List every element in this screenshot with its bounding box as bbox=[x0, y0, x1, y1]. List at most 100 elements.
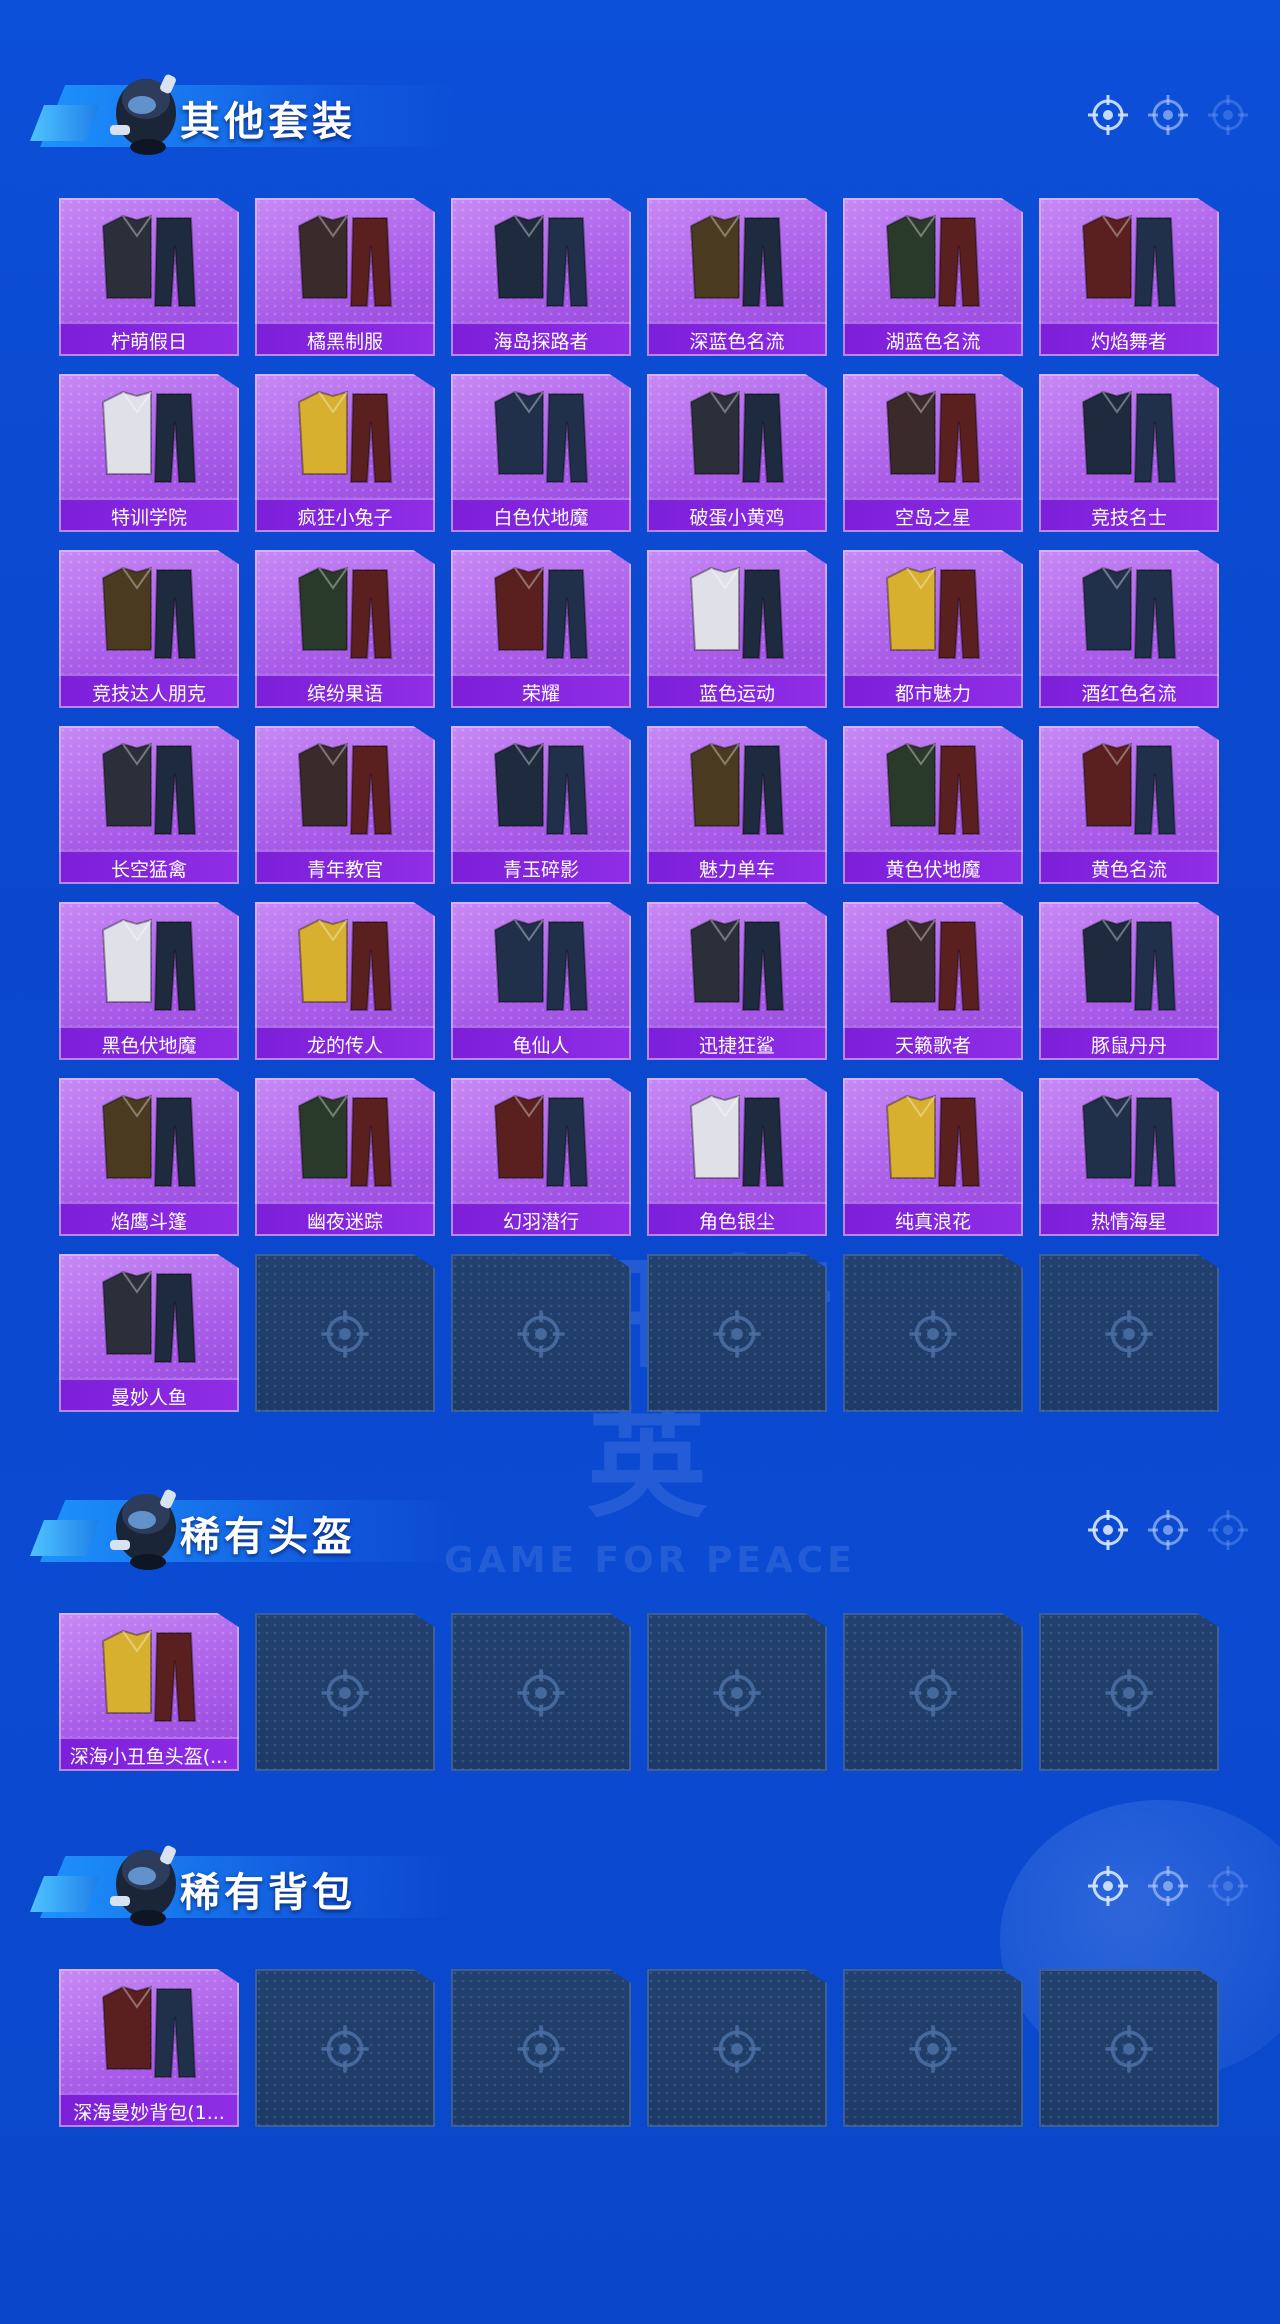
item-tile[interactable]: 青年教官 bbox=[255, 726, 435, 884]
outfit-thumbnail-icon bbox=[1081, 742, 1177, 835]
item-tile[interactable]: 竞技名士 bbox=[1039, 374, 1219, 532]
item-label-bar: 白色伏地魔 bbox=[451, 498, 631, 532]
outfit-thumbnail-icon bbox=[101, 566, 197, 659]
item-label-bar: 迅捷狂鲨 bbox=[647, 1026, 827, 1060]
item-label-bar: 竞技名士 bbox=[1039, 498, 1219, 532]
outfit-thumbnail-icon bbox=[493, 214, 589, 307]
item-tile[interactable]: 曼妙人鱼 bbox=[59, 1254, 239, 1412]
item-name: 荣耀 bbox=[521, 682, 560, 705]
item-tile[interactable]: 魅力单车 bbox=[647, 726, 827, 884]
item-tile[interactable]: 青玉碎影 bbox=[451, 726, 631, 884]
item-tile[interactable]: 白色伏地魔 bbox=[451, 374, 631, 532]
item-tile[interactable]: 黄色名流 bbox=[1039, 726, 1219, 884]
item-tile[interactable]: 湖蓝色名流 bbox=[843, 198, 1023, 356]
empty-slot bbox=[451, 1969, 631, 2127]
item-tile[interactable]: 特训学院 bbox=[59, 374, 239, 532]
item-grid: 深海曼妙背包(1... bbox=[59, 1969, 1219, 2127]
item-tile[interactable]: 黑色伏地魔 bbox=[59, 902, 239, 1060]
outfit-thumbnail-icon bbox=[101, 1094, 197, 1187]
item-tile[interactable]: 破蛋小黄鸡 bbox=[647, 374, 827, 532]
item-tile[interactable]: 角色银尘 bbox=[647, 1078, 827, 1236]
item-tile[interactable]: 焰鹰斗篷 bbox=[59, 1078, 239, 1236]
outfit-thumbnail-icon bbox=[297, 918, 393, 1011]
outfit-thumbnail-icon bbox=[493, 390, 589, 483]
item-name: 天籁歌者 bbox=[894, 1034, 971, 1057]
item-tile[interactable]: 深海曼妙背包(1... bbox=[59, 1969, 239, 2127]
item-label-bar: 海岛探路者 bbox=[451, 322, 631, 356]
item-label-bar: 曼妙人鱼 bbox=[59, 1378, 239, 1412]
item-name: 缤纷果语 bbox=[306, 682, 383, 705]
section-header: 稀有背包 bbox=[30, 1826, 1250, 1936]
item-name: 豚鼠丹丹 bbox=[1090, 1034, 1167, 1057]
item-tile[interactable]: 柠萌假日 bbox=[59, 198, 239, 356]
item-tile[interactable]: 龟仙人 bbox=[451, 902, 631, 1060]
section-title: 稀有头盔 bbox=[180, 1514, 356, 1560]
item-label-bar: 热情海星 bbox=[1039, 1202, 1219, 1236]
empty-slot-crosshair-icon bbox=[909, 1310, 957, 1358]
item-tile[interactable]: 深海小丑鱼头盔(... bbox=[59, 1613, 239, 1771]
item-name: 迅捷狂鲨 bbox=[698, 1034, 775, 1057]
item-tile[interactable]: 荣耀 bbox=[451, 550, 631, 708]
item-tile[interactable]: 热情海星 bbox=[1039, 1078, 1219, 1236]
item-tile[interactable]: 龙的传人 bbox=[255, 902, 435, 1060]
item-name: 青玉碎影 bbox=[502, 858, 579, 881]
empty-slot-crosshair-icon bbox=[517, 1669, 565, 1717]
item-tile[interactable]: 空岛之星 bbox=[843, 374, 1023, 532]
item-grid: 深海小丑鱼头盔(... bbox=[59, 1613, 1219, 1771]
crosshair-icon bbox=[1208, 1510, 1248, 1550]
item-tile[interactable]: 豚鼠丹丹 bbox=[1039, 902, 1219, 1060]
outfit-thumbnail-icon bbox=[297, 390, 393, 483]
item-name: 破蛋小黄鸡 bbox=[689, 506, 785, 529]
outfit-thumbnail-icon bbox=[885, 742, 981, 835]
outfit-thumbnail-icon bbox=[101, 390, 197, 483]
item-name: 角色银尘 bbox=[698, 1210, 775, 1233]
crosshair-decoration-group bbox=[1080, 93, 1250, 143]
item-label-bar: 橘黑制服 bbox=[255, 322, 435, 356]
outfit-thumbnail-icon bbox=[101, 1629, 197, 1722]
empty-slot-crosshair-icon bbox=[713, 2025, 761, 2073]
empty-slot bbox=[451, 1254, 631, 1412]
item-tile[interactable]: 深蓝色名流 bbox=[647, 198, 827, 356]
empty-slot-crosshair-icon bbox=[713, 1669, 761, 1717]
item-label-bar: 蓝色运动 bbox=[647, 674, 827, 708]
outfit-thumbnail-icon bbox=[101, 918, 197, 1011]
item-name: 黄色伏地魔 bbox=[885, 858, 981, 881]
item-label-bar: 荣耀 bbox=[451, 674, 631, 708]
section-title: 稀有背包 bbox=[180, 1870, 356, 1916]
item-name: 柠萌假日 bbox=[110, 330, 187, 353]
item-name: 龟仙人 bbox=[512, 1034, 570, 1057]
empty-slot bbox=[1039, 1254, 1219, 1412]
crosshair-icon bbox=[1088, 1510, 1128, 1550]
item-name: 长空猛禽 bbox=[110, 858, 187, 881]
item-tile[interactable]: 幽夜迷踪 bbox=[255, 1078, 435, 1236]
outfit-thumbnail-icon bbox=[1081, 214, 1177, 307]
item-tile[interactable]: 疯狂小兔子 bbox=[255, 374, 435, 532]
outfit-thumbnail-icon bbox=[1081, 566, 1177, 659]
item-tile[interactable]: 幻羽潜行 bbox=[451, 1078, 631, 1236]
item-tile[interactable]: 竞技达人朋克 bbox=[59, 550, 239, 708]
crosshair-icon bbox=[1148, 95, 1188, 135]
item-tile[interactable]: 缤纷果语 bbox=[255, 550, 435, 708]
item-tile[interactable]: 长空猛禽 bbox=[59, 726, 239, 884]
empty-slot bbox=[647, 1254, 827, 1412]
item-label-bar: 柠萌假日 bbox=[59, 322, 239, 356]
item-tile[interactable]: 灼焰舞者 bbox=[1039, 198, 1219, 356]
item-name: 橘黑制服 bbox=[306, 330, 383, 353]
item-tile[interactable]: 迅捷狂鲨 bbox=[647, 902, 827, 1060]
empty-slot bbox=[1039, 1613, 1219, 1771]
item-tile[interactable]: 纯真浪花 bbox=[843, 1078, 1023, 1236]
item-tile[interactable]: 都市魅力 bbox=[843, 550, 1023, 708]
item-tile[interactable]: 黄色伏地魔 bbox=[843, 726, 1023, 884]
item-tile[interactable]: 橘黑制服 bbox=[255, 198, 435, 356]
item-name: 龙的传人 bbox=[306, 1034, 383, 1057]
item-label-bar: 黄色名流 bbox=[1039, 850, 1219, 884]
outfit-thumbnail-icon bbox=[885, 918, 981, 1011]
item-label-bar: 青玉碎影 bbox=[451, 850, 631, 884]
item-name: 热情海星 bbox=[1090, 1210, 1167, 1233]
item-label-bar: 湖蓝色名流 bbox=[843, 322, 1023, 356]
item-tile[interactable]: 酒红色名流 bbox=[1039, 550, 1219, 708]
item-label-bar: 魅力单车 bbox=[647, 850, 827, 884]
item-tile[interactable]: 蓝色运动 bbox=[647, 550, 827, 708]
item-tile[interactable]: 天籁歌者 bbox=[843, 902, 1023, 1060]
item-tile[interactable]: 海岛探路者 bbox=[451, 198, 631, 356]
